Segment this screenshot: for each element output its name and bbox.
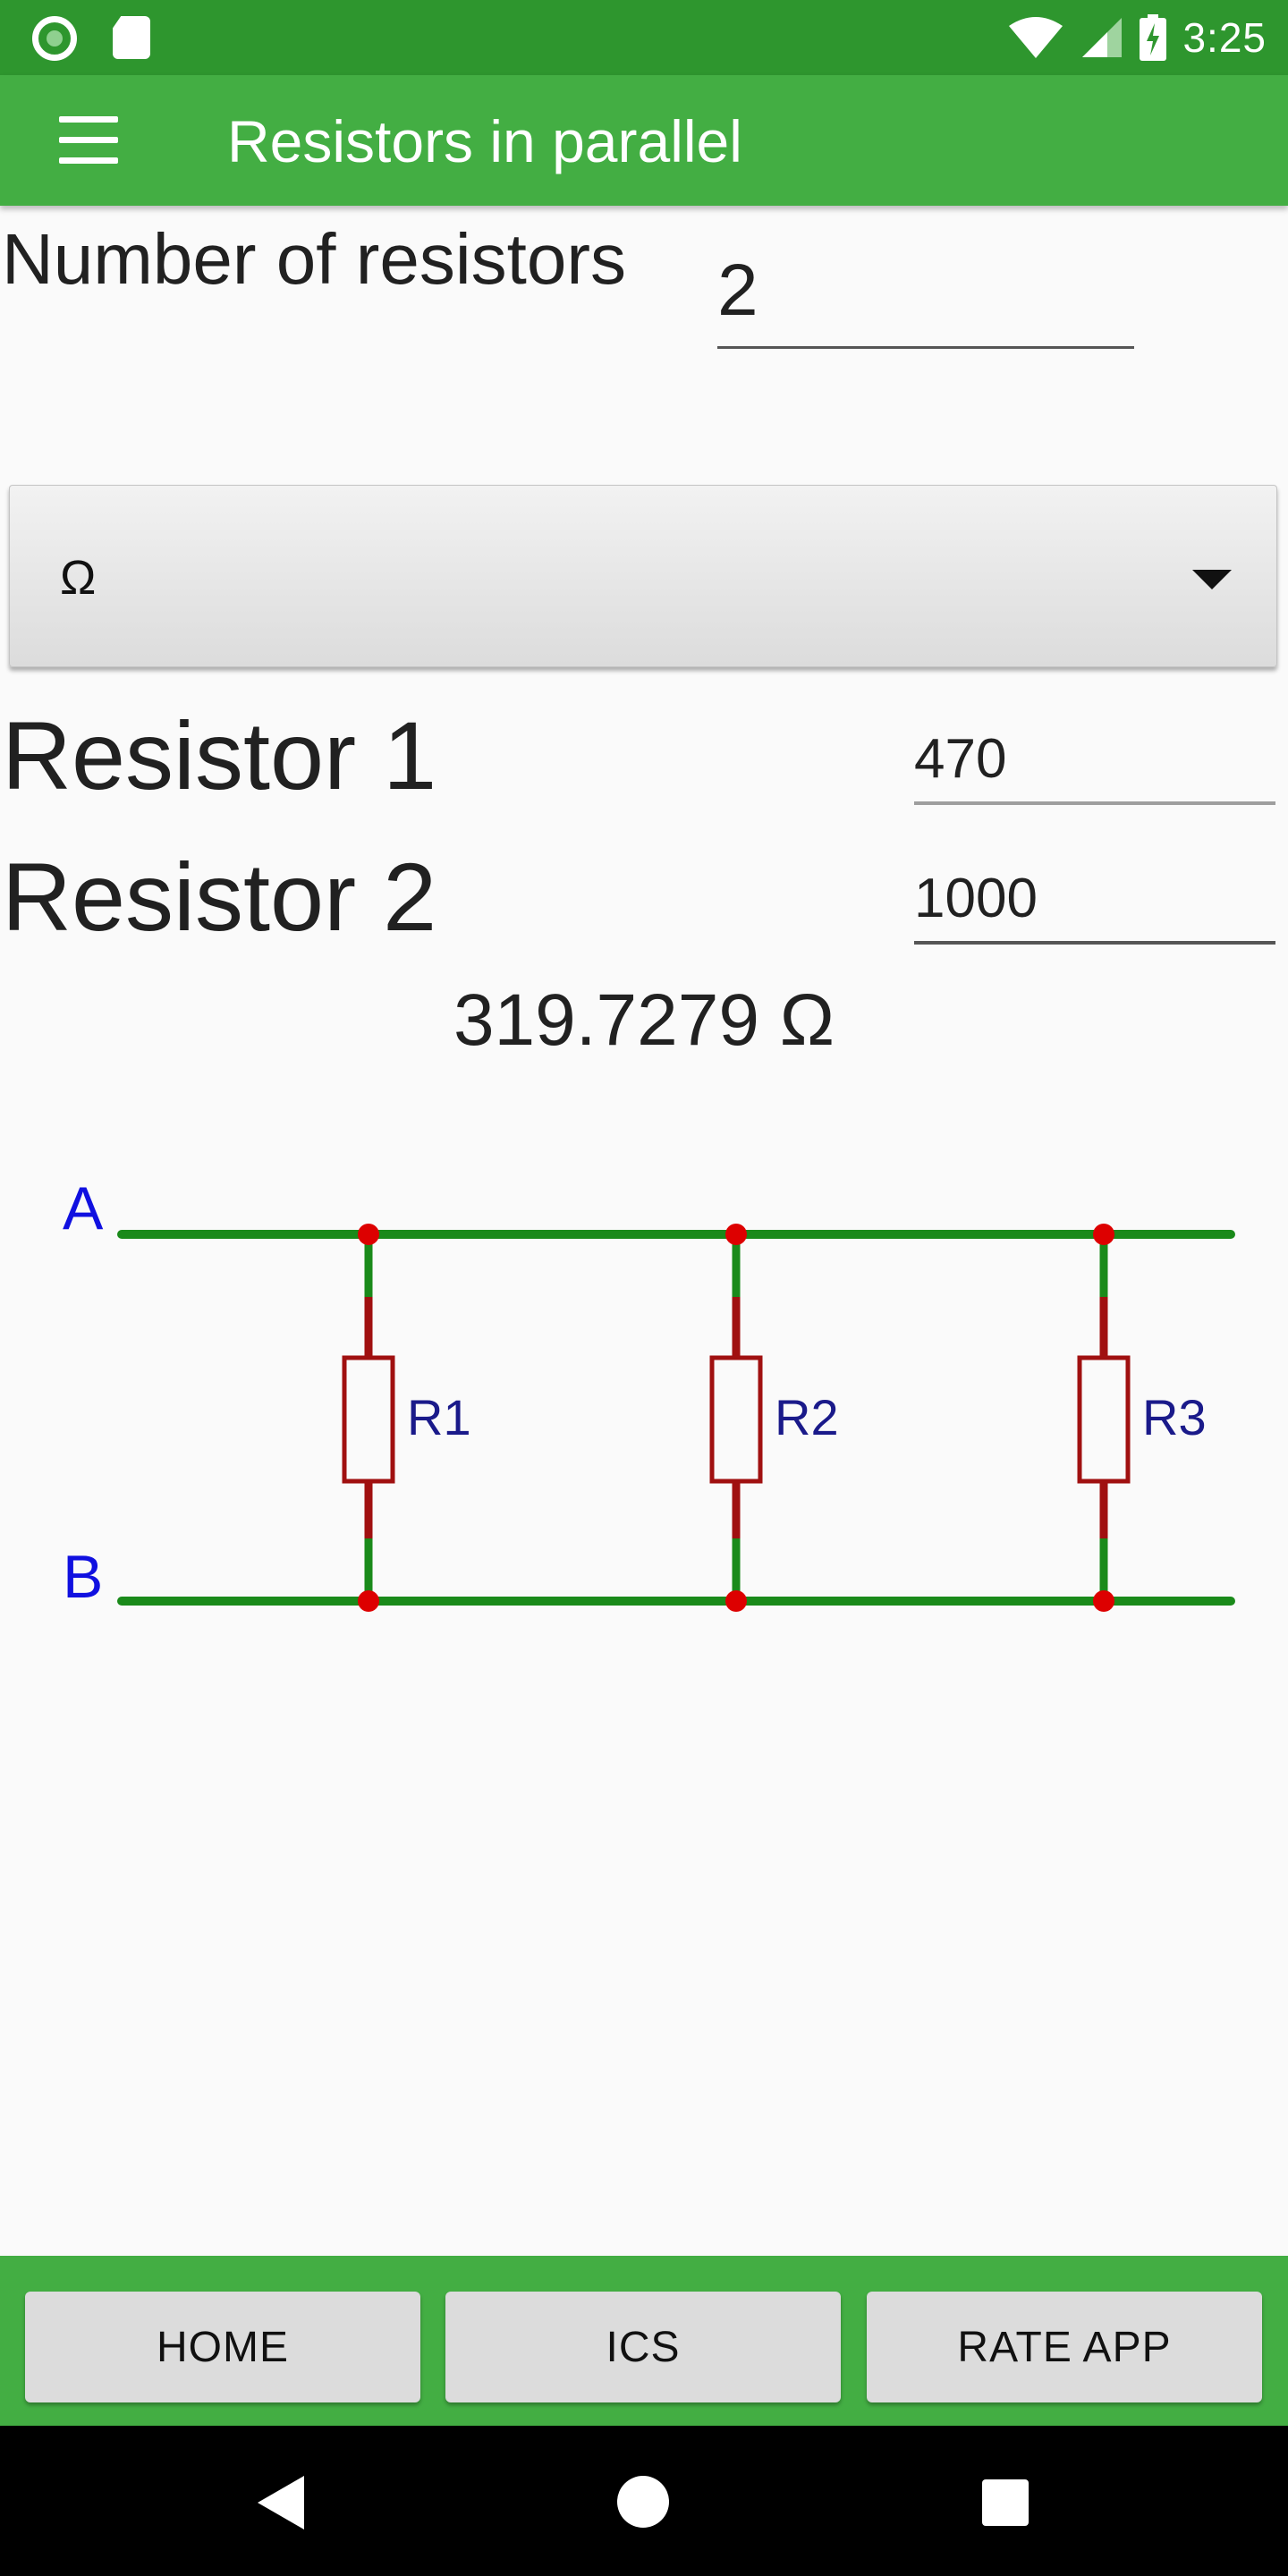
equivalent-resistance-result: 319.7279 Ω [453, 979, 835, 1061]
resistor-1-input[interactable] [914, 716, 1275, 805]
status-bar: 3:25 [0, 0, 1288, 75]
resistor-r1-label: R1 [407, 1389, 471, 1445]
resistor-2-label: Resistor 2 [2, 843, 437, 951]
resistor-r3-label: R3 [1142, 1389, 1207, 1445]
system-navigation-bar [0, 2426, 1288, 2576]
rate-app-button[interactable]: RATE APP [867, 2292, 1262, 2402]
battery-charging-icon [1140, 14, 1167, 61]
bottom-button-bar: HOME ICS RATE APP [0, 2256, 1288, 2426]
resistor-r2-branch: R2 [709, 1224, 839, 1612]
number-of-resistors-input[interactable] [717, 240, 1134, 349]
hamburger-menu-icon[interactable] [59, 116, 118, 165]
node-a-label: A [63, 1174, 104, 1242]
signal-icon [1082, 18, 1123, 57]
unit-spinner[interactable]: Ω [9, 485, 1277, 667]
resistor-r1-branch: R1 [342, 1224, 471, 1612]
wifi-icon [1009, 17, 1063, 58]
number-of-resistors-label: Number of resistors [2, 219, 626, 299]
unit-selected-value: Ω [60, 551, 97, 605]
home-button[interactable]: HOME [25, 2292, 420, 2402]
parallel-circuit-diagram: A B R1 R2 R3 [63, 1174, 1235, 1612]
app-title: Resistors in parallel [227, 108, 742, 174]
recents-icon[interactable] [982, 2479, 1029, 2526]
resistor-1-label: Resistor 1 [2, 701, 437, 809]
status-time: 3:25 [1182, 14, 1267, 61]
back-icon[interactable] [258, 2476, 304, 2529]
app-bar: Resistors in parallel [0, 75, 1288, 206]
resistor-r2-label: R2 [775, 1389, 839, 1445]
node-b-label: B [63, 1543, 103, 1611]
resistor-r3-branch: R3 [1077, 1224, 1207, 1612]
resistor-2-input[interactable] [914, 855, 1275, 945]
record-icon [32, 16, 77, 61]
dropdown-arrow-icon [1192, 570, 1232, 589]
home-icon[interactable] [617, 2476, 669, 2528]
ics-button[interactable]: ICS [445, 2292, 841, 2402]
status-icons: 3:25 [1007, 0, 1267, 75]
sd-card-icon [113, 16, 150, 59]
